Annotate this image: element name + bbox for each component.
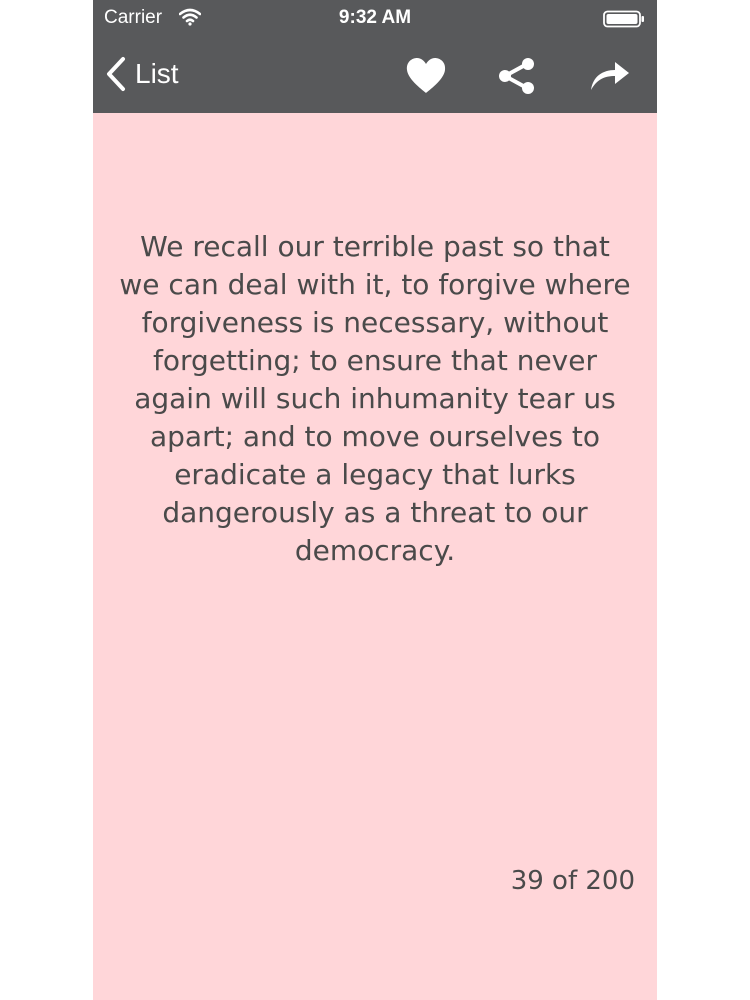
page-counter: 39 of 200 [510,866,635,896]
share-icon[interactable] [495,56,539,96]
navigation-bar: List [93,36,657,113]
forward-icon[interactable] [587,56,631,96]
clock-time: 9:32 AM [338,7,412,28]
quote-text: We recall our terrible past so that we c… [119,230,631,567]
status-bar: Carrier 9:32 AM [93,0,657,36]
battery-icon [603,10,644,28]
back-label: List [135,58,179,89]
screen: Carrier 9:32 AM List We recall our terri… [93,0,657,1000]
heart-icon[interactable] [404,56,448,96]
chevron-left-icon [107,57,125,91]
back-button[interactable]: List [105,54,179,94]
